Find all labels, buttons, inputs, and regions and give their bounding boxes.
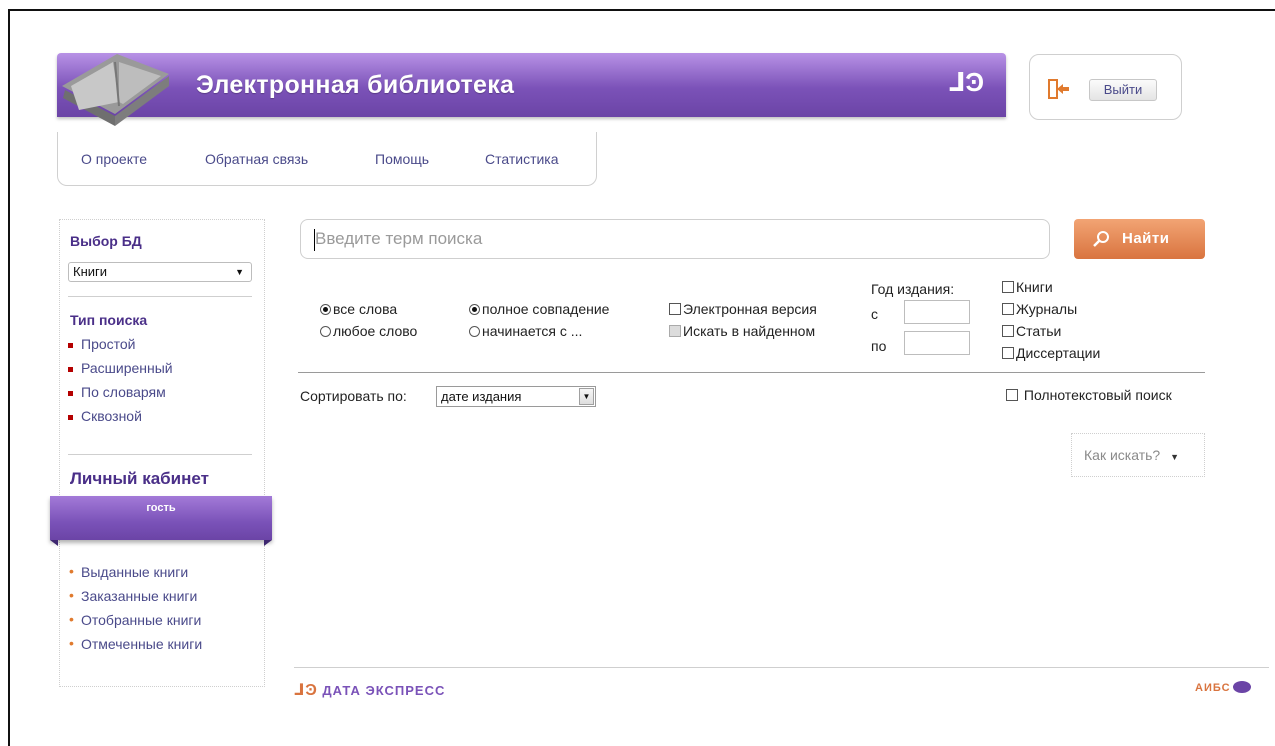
cabinet-selected-books[interactable]: Отобранные книги xyxy=(68,611,202,636)
radio-label: начинается с ... xyxy=(482,323,583,339)
checkbox-label: Книги xyxy=(1016,279,1053,295)
search-type-crossdb[interactable]: Сквозной xyxy=(68,408,173,432)
nav-about[interactable]: О проекте xyxy=(81,151,147,167)
checkbox-icon xyxy=(1002,347,1014,359)
checkbox-label: Диссертации xyxy=(1016,345,1101,361)
radio-all-words[interactable]: все слова xyxy=(320,301,397,317)
search-type-list: Простой Расширенный По словарям Сквозной xyxy=(68,336,173,432)
radio-icon xyxy=(469,326,480,337)
radio-selected-icon xyxy=(320,304,331,315)
checkbox-fulltext[interactable]: Полнотекстовый поиск xyxy=(1006,387,1172,403)
db-heading: Выбор БД xyxy=(70,233,142,249)
year-to-label: по xyxy=(871,338,887,354)
radio-label: полное совпадение xyxy=(482,301,610,317)
radio-label: все слова xyxy=(333,301,398,317)
options-divider xyxy=(298,372,1205,373)
user-name-ribbon: гость xyxy=(50,496,272,546)
nav-statistics[interactable]: Статистика xyxy=(485,151,559,167)
data-express-logo-text: ДАТА ЭКСПРЕСС xyxy=(322,683,446,698)
open-book-icon xyxy=(62,54,169,126)
aibs-logo-text: АИБС xyxy=(1195,682,1231,694)
footer-divider xyxy=(294,667,1269,668)
checkbox-icon xyxy=(1002,325,1014,337)
checkbox-label: Полнотекстовый поиск xyxy=(1023,387,1172,403)
checkbox-journals[interactable]: Журналы xyxy=(1002,301,1077,317)
cabinet-ordered-books[interactable]: Заказанные книги xyxy=(68,587,202,612)
search-placeholder: Введите терм поиска xyxy=(315,229,483,248)
page-title: Электронная библиотека xyxy=(196,71,515,99)
radio-label: любое слово xyxy=(333,323,418,339)
logout-panel: Выйти xyxy=(1029,54,1182,120)
year-from-input[interactable] xyxy=(904,300,970,324)
find-button-label: Найти xyxy=(1122,230,1170,247)
radio-selected-icon xyxy=(469,304,480,315)
caret-down-icon: ▼ xyxy=(1170,452,1179,462)
radio-starts-with[interactable]: начинается с ... xyxy=(469,323,582,339)
checkbox-icon xyxy=(1002,281,1014,293)
checkbox-icon xyxy=(1006,389,1018,401)
logout-button[interactable]: Выйти xyxy=(1089,79,1157,101)
sort-label: Сортировать по: xyxy=(300,388,407,404)
top-navigation: О проекте Обратная связь Помощь Статисти… xyxy=(57,132,597,186)
search-icon xyxy=(1093,231,1109,247)
search-type-extended[interactable]: Расширенный xyxy=(68,360,173,384)
brand-logo: ⅃Ͽ xyxy=(948,67,984,97)
checkbox-label: Электронная версия xyxy=(683,301,817,317)
brand-mark-icon: ⅃Ͽ xyxy=(294,682,318,699)
checkbox-icon xyxy=(1002,303,1014,315)
checkbox-search-in-found: Искать в найденном xyxy=(669,323,815,339)
radio-icon xyxy=(320,326,331,337)
chevron-down-icon: ▼ xyxy=(579,388,594,405)
chevron-down-icon: ▼ xyxy=(235,267,244,277)
divider xyxy=(68,454,252,455)
checkbox-label: Искать в найденном xyxy=(683,323,816,339)
checkbox-articles[interactable]: Статьи xyxy=(1002,323,1061,339)
sidebar: Выбор БД Книги ▼ Тип поиска Простой Расш… xyxy=(59,219,265,687)
checkbox-icon xyxy=(669,303,681,315)
db-selected-value: Книги xyxy=(73,264,108,279)
checkbox-label: Журналы xyxy=(1016,301,1078,317)
year-label: Год издания: xyxy=(871,281,955,297)
aibs-logo: АИБС xyxy=(1195,681,1251,694)
year-from-label: с xyxy=(871,306,878,322)
search-type-simple[interactable]: Простой xyxy=(68,336,173,360)
data-express-logo: ⅃Ͽ ДАТА ЭКСПРЕСС xyxy=(294,680,445,700)
checkbox-books[interactable]: Книги xyxy=(1002,279,1053,295)
cabinet-marked-books[interactable]: Отмеченные книги xyxy=(68,635,202,660)
howto-label: Как искать? xyxy=(1084,447,1161,463)
year-to-input[interactable] xyxy=(904,331,970,355)
sort-select[interactable]: дате издания ▼ xyxy=(436,386,596,407)
checkbox-label: Статьи xyxy=(1016,323,1062,339)
search-type-dictionaries[interactable]: По словарям xyxy=(68,384,173,408)
cabinet-issued-books[interactable]: Выданные книги xyxy=(68,563,202,588)
db-select[interactable]: Книги ▼ xyxy=(68,262,252,282)
search-input[interactable]: Введите терм поиска xyxy=(300,219,1050,259)
radio-any-word[interactable]: любое слово xyxy=(320,323,417,339)
nav-help[interactable]: Помощь xyxy=(375,151,429,167)
sort-selected-value: дате издания xyxy=(441,389,522,404)
cabinet-title: Личный кабинет xyxy=(70,469,209,488)
checkbox-disabled-icon xyxy=(669,325,681,337)
logout-icon[interactable] xyxy=(1048,79,1070,99)
divider xyxy=(68,296,252,297)
checkbox-electronic-version[interactable]: Электронная версия xyxy=(669,301,817,317)
aibs-icon xyxy=(1232,681,1251,693)
cabinet-links: Выданные книги Заказанные книги Отобранн… xyxy=(68,563,202,660)
checkbox-dissertations[interactable]: Диссертации xyxy=(1002,345,1100,361)
header-banner: Электронная библиотека ⅃Ͽ xyxy=(57,53,1006,117)
radio-full-match[interactable]: полное совпадение xyxy=(469,301,609,317)
howto-dropdown[interactable]: Как искать? ▼ xyxy=(1071,433,1205,477)
search-type-heading: Тип поиска xyxy=(70,312,148,328)
find-button[interactable]: Найти xyxy=(1074,219,1205,259)
nav-feedback[interactable]: Обратная связь xyxy=(205,151,308,167)
